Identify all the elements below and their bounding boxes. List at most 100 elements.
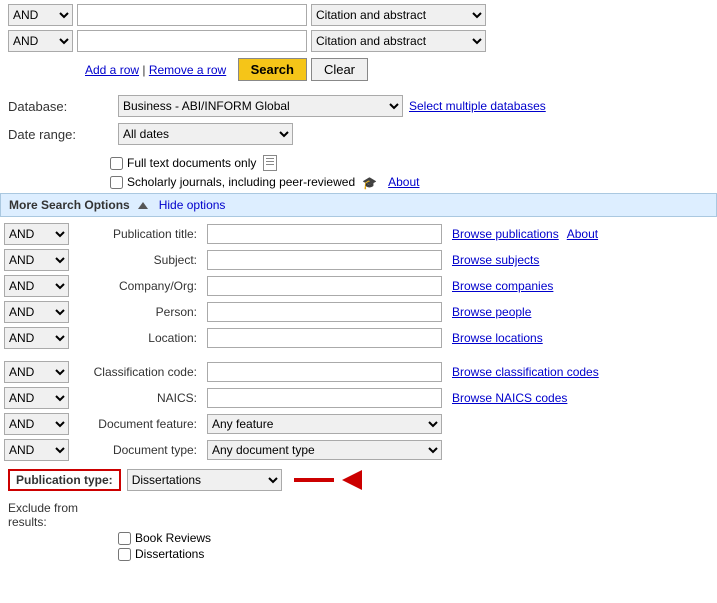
database-row: Database: Business - ABI/INFORM Global P… bbox=[8, 95, 709, 117]
browse-classification-link[interactable]: Browse classification codes bbox=[452, 365, 599, 379]
row-action-separator: | bbox=[142, 63, 145, 77]
search-input-2[interactable] bbox=[77, 30, 307, 52]
adv-op-doc-feature[interactable]: ANDORNOT bbox=[4, 413, 69, 435]
adv-row-subject: ANDORNOT Subject: Browse subjects bbox=[4, 249, 713, 271]
company-label: Company/Org: bbox=[73, 279, 203, 293]
browse-locations-link[interactable]: Browse locations bbox=[452, 331, 543, 345]
classification-label: Classification code: bbox=[73, 365, 203, 379]
classification-input[interactable] bbox=[207, 362, 442, 382]
about-publications-link[interactable]: About bbox=[567, 227, 598, 241]
naics-label: NAICS: bbox=[73, 391, 203, 405]
exclude-dissertations-row: Dissertations bbox=[8, 547, 709, 561]
adv-row-doc-type: ANDORNOT Document type: Any document typ… bbox=[4, 439, 713, 461]
person-input[interactable] bbox=[207, 302, 442, 322]
adv-op-pub-title[interactable]: ANDORNOT bbox=[4, 223, 69, 245]
search-button[interactable]: Search bbox=[238, 58, 307, 81]
adv-row-pub-title: ANDORNOT Publication title: Browse publi… bbox=[4, 223, 713, 245]
adv-row-person: ANDORNOT Person: Browse people bbox=[4, 301, 713, 323]
adv-row-doc-feature: ANDORNOT Document feature: Any feature C… bbox=[4, 413, 713, 435]
clear-button[interactable]: Clear bbox=[311, 58, 368, 81]
exclude-dissertations-label: Dissertations bbox=[135, 547, 204, 561]
full-text-text: Full text documents only bbox=[127, 156, 256, 170]
triangle-up-icon bbox=[138, 202, 148, 209]
pub-title-label: Publication title: bbox=[73, 227, 203, 241]
search-row-2: ANDORNOT Citation and abstract Abstract … bbox=[8, 30, 709, 52]
location-input[interactable] bbox=[207, 328, 442, 348]
exclude-dissertations-checkbox[interactable] bbox=[118, 548, 131, 561]
browse-naics-link[interactable]: Browse NAICS codes bbox=[452, 391, 567, 405]
date-range-label: Date range: bbox=[8, 127, 118, 142]
doc-feature-select[interactable]: Any feature Charts Graphs bbox=[207, 414, 442, 434]
adv-op-location[interactable]: ANDORNOT bbox=[4, 327, 69, 349]
limit-scholarly-row: Scholarly journals, including peer-revie… bbox=[0, 175, 717, 189]
search-row-1: ANDORNOT Citation and abstract Abstract … bbox=[8, 4, 709, 26]
doc-icon bbox=[263, 155, 277, 171]
about-scholarly-link[interactable]: About bbox=[388, 175, 419, 189]
company-input[interactable] bbox=[207, 276, 442, 296]
more-options-bar: More Search Options Hide options bbox=[0, 193, 717, 217]
naics-input[interactable] bbox=[207, 388, 442, 408]
pub-type-section: Publication type: Dissertations All Acad… bbox=[0, 465, 717, 499]
adv-op-naics[interactable]: ANDORNOT bbox=[4, 387, 69, 409]
limit-full-text-row: Full text documents only bbox=[0, 155, 717, 171]
exclude-section: Exclude from results: Book Reviews Disse… bbox=[0, 499, 717, 571]
adv-op-person[interactable]: ANDORNOT bbox=[4, 301, 69, 323]
adv-row-company: ANDORNOT Company/Org: Browse companies bbox=[4, 275, 713, 297]
adv-op-classification[interactable]: ANDORNOT bbox=[4, 361, 69, 383]
exclude-label: Exclude from results: bbox=[8, 501, 118, 529]
exclude-book-reviews-label: Book Reviews bbox=[135, 531, 211, 545]
pub-title-input[interactable] bbox=[207, 224, 442, 244]
arrow-head-icon bbox=[342, 470, 362, 490]
exclude-header-row: Exclude from results: bbox=[8, 501, 709, 529]
location-label: Location: bbox=[73, 331, 203, 345]
pub-type-label: Publication type: bbox=[8, 469, 121, 491]
adv-op-doc-type[interactable]: ANDORNOT bbox=[4, 439, 69, 461]
database-section: Database: Business - ABI/INFORM Global P… bbox=[0, 91, 717, 155]
advanced-search-section: ANDORNOT Publication title: Browse publi… bbox=[0, 223, 717, 461]
full-text-label: Full text documents only bbox=[110, 155, 277, 171]
field-select-1[interactable]: Citation and abstract Abstract Full text… bbox=[311, 4, 486, 26]
select-multiple-databases-link[interactable]: Select multiple databases bbox=[409, 99, 546, 113]
exclude-book-reviews-row: Book Reviews bbox=[8, 531, 709, 545]
search-buttons: Search Clear bbox=[238, 58, 368, 81]
operator-select-2[interactable]: ANDORNOT bbox=[8, 30, 73, 52]
doc-feature-label: Document feature: bbox=[73, 417, 203, 431]
exclude-book-reviews-checkbox[interactable] bbox=[118, 532, 131, 545]
adv-row-naics: ANDORNOT NAICS: Browse NAICS codes bbox=[4, 387, 713, 409]
adv-op-subject[interactable]: ANDORNOT bbox=[4, 249, 69, 271]
doc-type-label: Document type: bbox=[73, 443, 203, 457]
scholarly-label: Scholarly journals, including peer-revie… bbox=[110, 175, 419, 189]
date-range-row: Date range: All dates Last 6 months Last… bbox=[8, 123, 709, 145]
browse-people-link[interactable]: Browse people bbox=[452, 305, 531, 319]
graduation-icon: 🎓 bbox=[362, 176, 378, 188]
database-label: Database: bbox=[8, 99, 118, 114]
database-select[interactable]: Business - ABI/INFORM Global ProQuest Ce… bbox=[118, 95, 403, 117]
pub-type-row: Publication type: Dissertations All Acad… bbox=[8, 469, 709, 491]
arrow-indicator bbox=[296, 470, 362, 490]
browse-publications-link[interactable]: Browse publications bbox=[452, 227, 559, 241]
field-select-2[interactable]: Citation and abstract Abstract Full text… bbox=[311, 30, 486, 52]
full-text-checkbox[interactable] bbox=[110, 157, 123, 170]
row-actions: Add a row | Remove a row Search Clear bbox=[8, 56, 709, 87]
adv-row-classification: ANDORNOT Classification code: Browse cla… bbox=[4, 361, 713, 383]
browse-companies-link[interactable]: Browse companies bbox=[452, 279, 553, 293]
subject-input[interactable] bbox=[207, 250, 442, 270]
hide-options-link[interactable]: Hide options bbox=[159, 198, 226, 212]
date-range-select[interactable]: All dates Last 6 months Last year bbox=[118, 123, 293, 145]
add-row-link[interactable]: Add a row bbox=[85, 63, 139, 77]
browse-subjects-link[interactable]: Browse subjects bbox=[452, 253, 539, 267]
more-options-label: More Search Options bbox=[9, 198, 130, 212]
adv-row-location: ANDORNOT Location: Browse locations bbox=[4, 327, 713, 349]
scholarly-text: Scholarly journals, including peer-revie… bbox=[127, 175, 355, 189]
top-search-section: ANDORNOT Citation and abstract Abstract … bbox=[0, 0, 717, 91]
subject-label: Subject: bbox=[73, 253, 203, 267]
adv-op-company[interactable]: ANDORNOT bbox=[4, 275, 69, 297]
remove-row-link[interactable]: Remove a row bbox=[149, 63, 226, 77]
person-label: Person: bbox=[73, 305, 203, 319]
search-input-1[interactable] bbox=[77, 4, 307, 26]
pub-type-select[interactable]: Dissertations All Academic Journals Book… bbox=[127, 469, 282, 491]
operator-select-1[interactable]: ANDORNOT bbox=[8, 4, 73, 26]
doc-type-select[interactable]: Any document type Article Book bbox=[207, 440, 442, 460]
arrow-shaft bbox=[294, 478, 334, 482]
scholarly-checkbox[interactable] bbox=[110, 176, 123, 189]
